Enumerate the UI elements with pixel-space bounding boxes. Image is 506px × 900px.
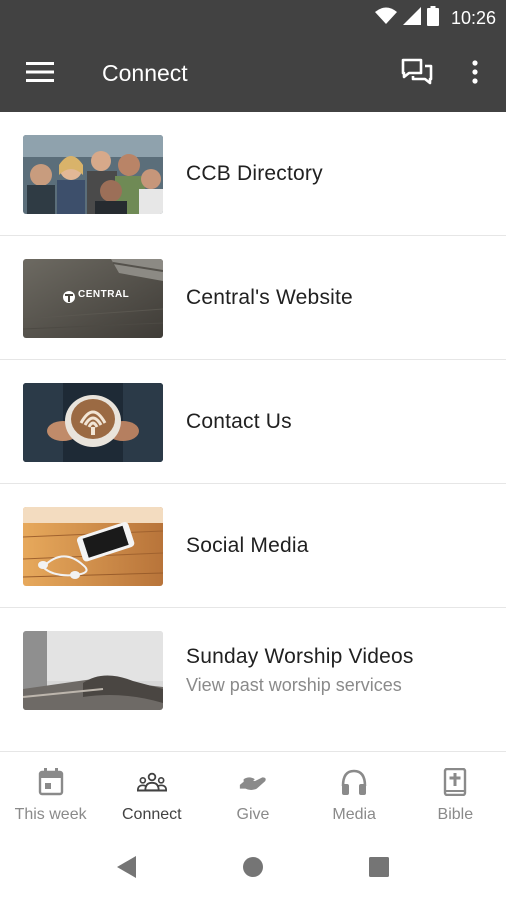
nav-label: This week bbox=[14, 806, 87, 823]
central-logo-photo: CENTRAL bbox=[23, 259, 163, 338]
list-item-title: Contact Us bbox=[186, 410, 292, 433]
list-item-text: Contact Us bbox=[186, 360, 292, 484]
nav-item-this-week[interactable]: This week bbox=[0, 752, 101, 832]
more-options-button[interactable] bbox=[462, 58, 488, 90]
connect-list: CCB Directory CENTRAL Central's Website … bbox=[0, 112, 506, 732]
list-item-text: Central's Website bbox=[186, 236, 353, 360]
list-item[interactable]: CCB Directory bbox=[0, 112, 506, 236]
headphones-icon bbox=[339, 766, 369, 798]
latte-cup-photo bbox=[23, 383, 163, 462]
page-title: Connect bbox=[102, 60, 188, 86]
app-bar: Connect bbox=[0, 36, 506, 112]
list-item[interactable]: Sunday Worship Videos View past worship … bbox=[0, 608, 506, 732]
more-vert-icon bbox=[472, 59, 478, 89]
wifi-icon bbox=[374, 7, 397, 30]
thumbnail-logo-text: CENTRAL bbox=[78, 289, 130, 300]
list-item-title: Social Media bbox=[186, 534, 309, 557]
list-item-title: Central's Website bbox=[186, 286, 353, 309]
calendar-icon bbox=[36, 766, 66, 798]
status-bar: 10:26 bbox=[0, 0, 506, 36]
bible-icon bbox=[440, 766, 470, 798]
status-time: 10:26 bbox=[450, 7, 496, 28]
list-item-text: Social Media bbox=[186, 484, 309, 608]
list-item[interactable]: CENTRAL Central's Website bbox=[0, 236, 506, 360]
screen: 10:26 Connect CCB Directory CENTRAL Cent… bbox=[0, 0, 506, 900]
nav-label: Media bbox=[332, 806, 376, 823]
menu-button[interactable] bbox=[22, 58, 58, 90]
list-item[interactable]: Contact Us bbox=[0, 360, 506, 484]
system-nav-bar bbox=[0, 832, 506, 900]
nav-item-media[interactable]: Media bbox=[304, 752, 405, 832]
nav-label: Connect bbox=[121, 806, 182, 823]
nav-item-connect[interactable]: Connect bbox=[101, 752, 202, 832]
chat-button[interactable] bbox=[398, 58, 436, 90]
phone-earbuds-photo bbox=[23, 507, 163, 586]
bottom-nav: This week Connect Give Media Bible bbox=[0, 752, 506, 832]
list-item[interactable]: Social Media bbox=[0, 484, 506, 608]
menu-icon bbox=[26, 61, 54, 87]
list-item-text: Sunday Worship Videos View past worship … bbox=[186, 608, 414, 732]
signal-icon bbox=[402, 6, 421, 30]
home-icon[interactable] bbox=[242, 856, 264, 878]
chat-icon bbox=[401, 58, 433, 91]
battery-icon bbox=[426, 5, 439, 31]
list-item-subtitle: View past worship services bbox=[186, 674, 402, 695]
nav-item-give[interactable]: Give bbox=[202, 752, 303, 832]
list-item-text: CCB Directory bbox=[186, 112, 323, 236]
recents-icon[interactable] bbox=[368, 856, 390, 878]
open-bible-photo bbox=[23, 631, 163, 710]
nav-item-bible[interactable]: Bible bbox=[405, 752, 506, 832]
back-icon[interactable] bbox=[114, 854, 140, 880]
status-icons: 10:26 bbox=[374, 5, 496, 31]
nav-label: Bible bbox=[437, 806, 474, 823]
give-hand-icon bbox=[238, 766, 268, 798]
people-icon bbox=[136, 766, 167, 798]
list-item-title: Sunday Worship Videos bbox=[186, 644, 414, 668]
list-item-title: CCB Directory bbox=[186, 162, 323, 185]
nav-label: Give bbox=[236, 806, 270, 823]
group-people-photo bbox=[23, 135, 163, 214]
